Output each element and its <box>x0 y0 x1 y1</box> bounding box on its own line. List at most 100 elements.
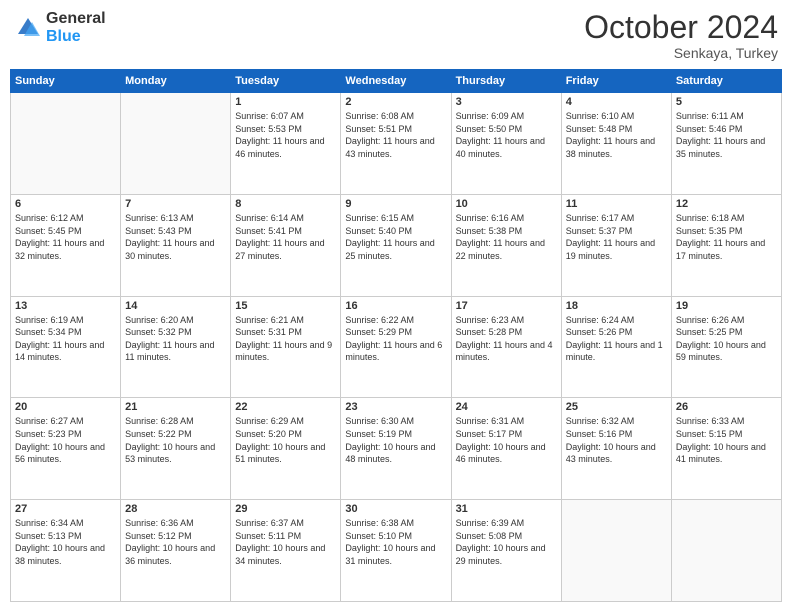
day-number: 18 <box>566 300 667 312</box>
day-number: 24 <box>456 401 557 413</box>
weekday-header-friday: Friday <box>561 70 671 93</box>
day-number: 7 <box>125 198 226 210</box>
calendar-cell: 25 Sunrise: 6:32 AM Sunset: 5:16 PM Dayli… <box>561 398 671 500</box>
week-row-2: 6Sunrise: 6:12 AM Sunset: 5:45 PM Daylig… <box>11 194 782 296</box>
calendar-cell: 7 Sunrise: 6:13 AM Sunset: 5:43 PM Daylig… <box>121 194 231 296</box>
day-number: 19 <box>676 300 777 312</box>
day-number: 31 <box>456 503 557 515</box>
calendar-cell: 17 Sunrise: 6:23 AM Sunset: 5:28 PM Dayli… <box>451 296 561 398</box>
calendar-cell <box>671 500 781 602</box>
calendar-cell: 3 Sunrise: 6:09 AM Sunset: 5:50 PM Daylig… <box>451 93 561 195</box>
cell-info: Sunrise: 6:32 AM Sunset: 5:16 PM Dayligh… <box>566 415 667 465</box>
calendar-cell: 12 Sunrise: 6:18 AM Sunset: 5:35 PM Dayli… <box>671 194 781 296</box>
cell-info: Sunrise: 6:23 AM Sunset: 5:28 PM Dayligh… <box>456 314 557 364</box>
day-number: 17 <box>456 300 557 312</box>
day-number: 2 <box>345 96 446 108</box>
day-number: 12 <box>676 198 777 210</box>
cell-info: Sunrise: 6:18 AM Sunset: 5:35 PM Dayligh… <box>676 212 777 262</box>
day-number: 28 <box>125 503 226 515</box>
calendar-cell: 16Sunrise: 6:22 AM Sunset: 5:29 PM Dayli… <box>341 296 451 398</box>
weekday-header-row: SundayMondayTuesdayWednesdayThursdayFrid… <box>11 70 782 93</box>
calendar-cell: 8 Sunrise: 6:14 AM Sunset: 5:41 PM Daylig… <box>231 194 341 296</box>
day-number: 22 <box>235 401 336 413</box>
day-number: 9 <box>345 198 446 210</box>
cell-info: Sunrise: 6:13 AM Sunset: 5:43 PM Dayligh… <box>125 212 226 262</box>
day-number: 23 <box>345 401 446 413</box>
calendar-cell: 21Sunrise: 6:28 AM Sunset: 5:22 PM Dayli… <box>121 398 231 500</box>
month-title: October 2024 <box>584 10 778 45</box>
calendar-cell: 11Sunrise: 6:17 AM Sunset: 5:37 PM Dayli… <box>561 194 671 296</box>
cell-info: Sunrise: 6:11 AM Sunset: 5:46 PM Dayligh… <box>676 110 777 160</box>
calendar-cell: 23 Sunrise: 6:30 AM Sunset: 5:19 PM Dayli… <box>341 398 451 500</box>
logo-icon <box>14 14 42 42</box>
weekday-header-saturday: Saturday <box>671 70 781 93</box>
title-block: October 2024 Senkaya, Turkey <box>584 10 778 61</box>
cell-info: Sunrise: 6:07 AM Sunset: 5:53 PM Dayligh… <box>235 110 336 160</box>
day-number: 29 <box>235 503 336 515</box>
calendar-cell: 13 Sunrise: 6:19 AM Sunset: 5:34 PM Dayli… <box>11 296 121 398</box>
logo: General Blue <box>14 10 106 45</box>
cell-info: Sunrise: 6:33 AM Sunset: 5:15 PM Dayligh… <box>676 415 777 465</box>
week-row-3: 13 Sunrise: 6:19 AM Sunset: 5:34 PM Dayli… <box>11 296 782 398</box>
day-number: 13 <box>15 300 116 312</box>
cell-info: Sunrise: 6:09 AM Sunset: 5:50 PM Dayligh… <box>456 110 557 160</box>
calendar-page: General Blue October 2024 Senkaya, Turke… <box>0 0 792 612</box>
cell-info: Sunrise: 6:21 AM Sunset: 5:31 PM Dayligh… <box>235 314 336 364</box>
cell-info: Sunrise: 6:16 AM Sunset: 5:38 PM Dayligh… <box>456 212 557 262</box>
calendar-cell: 10 Sunrise: 6:16 AM Sunset: 5:38 PM Dayli… <box>451 194 561 296</box>
cell-info: Sunrise: 6:37 AM Sunset: 5:11 PM Dayligh… <box>235 517 336 567</box>
logo-general: General <box>46 10 106 28</box>
day-number: 1 <box>235 96 336 108</box>
cell-info: Sunrise: 6:31 AM Sunset: 5:17 PM Dayligh… <box>456 415 557 465</box>
calendar-cell: 1 Sunrise: 6:07 AM Sunset: 5:53 PM Daylig… <box>231 93 341 195</box>
week-row-5: 27Sunrise: 6:34 AM Sunset: 5:13 PM Dayli… <box>11 500 782 602</box>
day-number: 20 <box>15 401 116 413</box>
cell-info: Sunrise: 6:29 AM Sunset: 5:20 PM Dayligh… <box>235 415 336 465</box>
calendar-cell: 2Sunrise: 6:08 AM Sunset: 5:51 PM Daylig… <box>341 93 451 195</box>
day-number: 4 <box>566 96 667 108</box>
calendar-cell: 9 Sunrise: 6:15 AM Sunset: 5:40 PM Daylig… <box>341 194 451 296</box>
cell-info: Sunrise: 6:38 AM Sunset: 5:10 PM Dayligh… <box>345 517 446 567</box>
logo-text: General Blue <box>46 10 106 45</box>
calendar-cell <box>11 93 121 195</box>
calendar-cell: 15 Sunrise: 6:21 AM Sunset: 5:31 PM Dayli… <box>231 296 341 398</box>
day-number: 15 <box>235 300 336 312</box>
calendar-cell: 24 Sunrise: 6:31 AM Sunset: 5:17 PM Dayli… <box>451 398 561 500</box>
cell-info: Sunrise: 6:28 AM Sunset: 5:22 PM Dayligh… <box>125 415 226 465</box>
calendar-cell: 29 Sunrise: 6:37 AM Sunset: 5:11 PM Dayli… <box>231 500 341 602</box>
day-number: 3 <box>456 96 557 108</box>
week-row-4: 20 Sunrise: 6:27 AM Sunset: 5:23 PM Dayli… <box>11 398 782 500</box>
cell-info: Sunrise: 6:39 AM Sunset: 5:08 PM Dayligh… <box>456 517 557 567</box>
cell-info: Sunrise: 6:27 AM Sunset: 5:23 PM Dayligh… <box>15 415 116 465</box>
calendar-cell: 19 Sunrise: 6:26 AM Sunset: 5:25 PM Dayli… <box>671 296 781 398</box>
calendar-cell: 18 Sunrise: 6:24 AM Sunset: 5:26 PM Dayli… <box>561 296 671 398</box>
weekday-header-monday: Monday <box>121 70 231 93</box>
cell-info: Sunrise: 6:14 AM Sunset: 5:41 PM Dayligh… <box>235 212 336 262</box>
cell-info: Sunrise: 6:19 AM Sunset: 5:34 PM Dayligh… <box>15 314 116 364</box>
calendar-cell: 31 Sunrise: 6:39 AM Sunset: 5:08 PM Dayli… <box>451 500 561 602</box>
calendar-table: SundayMondayTuesdayWednesdayThursdayFrid… <box>10 69 782 602</box>
day-number: 10 <box>456 198 557 210</box>
cell-info: Sunrise: 6:34 AM Sunset: 5:13 PM Dayligh… <box>15 517 116 567</box>
calendar-cell: 27Sunrise: 6:34 AM Sunset: 5:13 PM Dayli… <box>11 500 121 602</box>
calendar-cell: 6Sunrise: 6:12 AM Sunset: 5:45 PM Daylig… <box>11 194 121 296</box>
cell-info: Sunrise: 6:12 AM Sunset: 5:45 PM Dayligh… <box>15 212 116 262</box>
calendar-cell: 14Sunrise: 6:20 AM Sunset: 5:32 PM Dayli… <box>121 296 231 398</box>
cell-info: Sunrise: 6:26 AM Sunset: 5:25 PM Dayligh… <box>676 314 777 364</box>
calendar-cell <box>121 93 231 195</box>
cell-info: Sunrise: 6:24 AM Sunset: 5:26 PM Dayligh… <box>566 314 667 364</box>
page-header: General Blue October 2024 Senkaya, Turke… <box>10 10 782 61</box>
calendar-cell: 28 Sunrise: 6:36 AM Sunset: 5:12 PM Dayli… <box>121 500 231 602</box>
calendar-cell: 5 Sunrise: 6:11 AM Sunset: 5:46 PM Daylig… <box>671 93 781 195</box>
day-number: 5 <box>676 96 777 108</box>
day-number: 30 <box>345 503 446 515</box>
day-number: 8 <box>235 198 336 210</box>
cell-info: Sunrise: 6:22 AM Sunset: 5:29 PM Dayligh… <box>345 314 446 364</box>
cell-info: Sunrise: 6:15 AM Sunset: 5:40 PM Dayligh… <box>345 212 446 262</box>
cell-info: Sunrise: 6:20 AM Sunset: 5:32 PM Dayligh… <box>125 314 226 364</box>
weekday-header-tuesday: Tuesday <box>231 70 341 93</box>
cell-info: Sunrise: 6:30 AM Sunset: 5:19 PM Dayligh… <box>345 415 446 465</box>
day-number: 25 <box>566 401 667 413</box>
calendar-cell: 30 Sunrise: 6:38 AM Sunset: 5:10 PM Dayli… <box>341 500 451 602</box>
cell-info: Sunrise: 6:36 AM Sunset: 5:12 PM Dayligh… <box>125 517 226 567</box>
